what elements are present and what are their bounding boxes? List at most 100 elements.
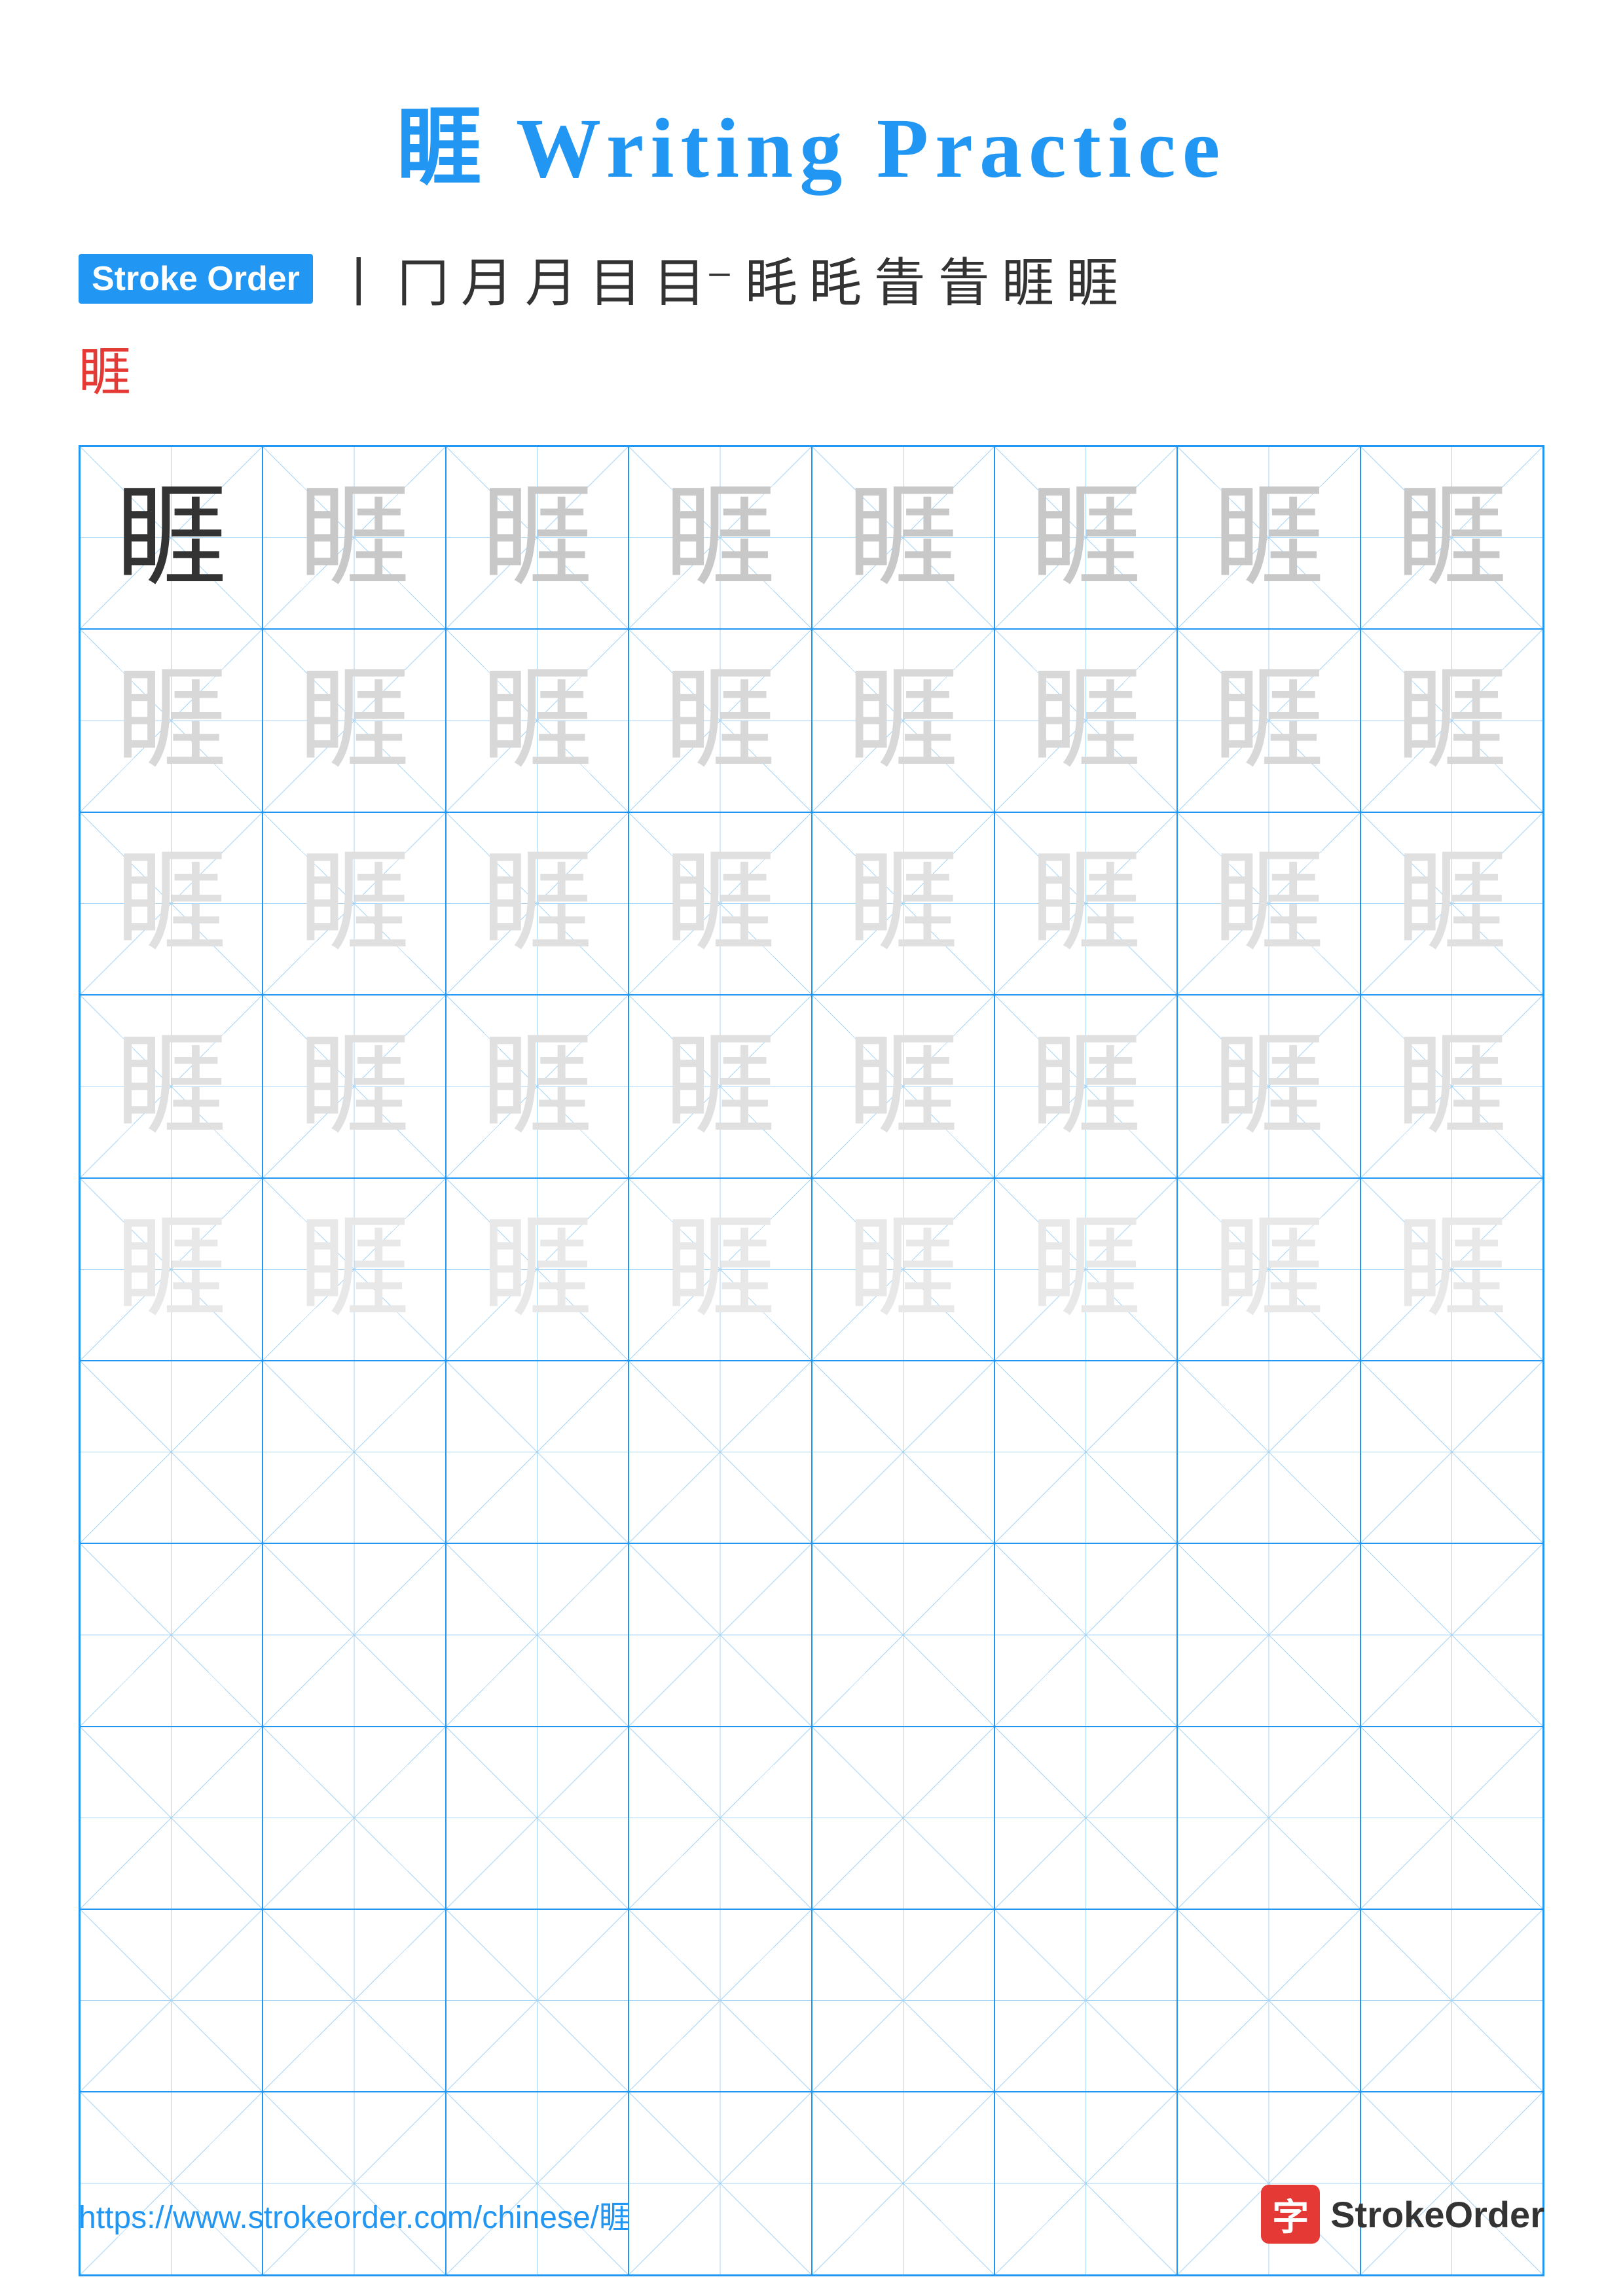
grid-cell-empty[interactable] [263, 1361, 445, 1543]
grid-cell-empty[interactable] [80, 2092, 263, 2274]
grid-cell-empty[interactable] [629, 1543, 811, 1726]
footer-url: https://www.strokeorder.com/chinese/睚 [79, 2191, 630, 2237]
grid-cell[interactable]: 睚 [994, 446, 1177, 629]
grid-cell-empty[interactable] [812, 1727, 994, 1909]
grid-cell[interactable]: 睚 [812, 629, 994, 812]
grid-cell[interactable]: 睚 [1177, 629, 1360, 812]
grid-cell-empty[interactable] [80, 1727, 263, 1909]
stroke-char-11: 睚 [1002, 241, 1054, 317]
grid-cell-empty[interactable] [446, 1361, 629, 1543]
grid-cell-empty[interactable] [446, 1909, 629, 2092]
practice-char: 睚 [1396, 1213, 1507, 1325]
grid-cell[interactable]: 睚 [80, 629, 263, 812]
grid-cell[interactable]: 睚 [812, 995, 994, 1177]
grid-cell[interactable]: 睚 [812, 446, 994, 629]
grid-cell-empty[interactable] [812, 1543, 994, 1726]
grid-cell-empty[interactable] [812, 1361, 994, 1543]
page-title: 睚 Writing Practice [397, 79, 1227, 202]
grid-cell[interactable]: 睚 [1177, 812, 1360, 995]
grid-cell[interactable]: 睚 [446, 446, 629, 629]
grid-cell-empty[interactable] [446, 1727, 629, 1909]
grid-cell[interactable]: 睚 [446, 995, 629, 1177]
grid-cell-empty[interactable] [1177, 1543, 1360, 1726]
grid-cell[interactable]: 睚 [994, 995, 1177, 1177]
grid-cell-empty[interactable] [1177, 1727, 1360, 1909]
grid-cell-empty[interactable] [263, 1727, 445, 1909]
grid-cell[interactable]: 睚 [629, 995, 811, 1177]
grid-cell-empty[interactable] [1177, 1909, 1360, 2092]
stroke-char-8: 眊 [809, 241, 862, 317]
stroke-order-section: Stroke Order 丨 冂 月 月 目 目⁻ 眊 眊 眚 眚 睚 睚 睚 [79, 241, 1544, 406]
grid-cell[interactable]: 睚 [629, 1178, 811, 1361]
grid-cell[interactable]: 睚 [1360, 629, 1543, 812]
grid-cell[interactable]: 睚 [1177, 446, 1360, 629]
grid-cell[interactable]: 睚 [994, 812, 1177, 995]
grid-cell[interactable]: 睚 [80, 1178, 263, 1361]
grid-cell-empty[interactable] [994, 1909, 1177, 2092]
grid-cell-empty[interactable] [812, 2092, 994, 2274]
grid-cell[interactable]: 睚 [1177, 1178, 1360, 1361]
grid-cell[interactable]: 睚 [812, 1178, 994, 1361]
grid-cell-empty[interactable] [629, 1361, 811, 1543]
grid-cell[interactable]: 睚 [629, 629, 811, 812]
grid-cell[interactable]: 睚 [80, 812, 263, 995]
strokeorder-logo-icon: 字 [1261, 2185, 1320, 2244]
grid-cell-empty[interactable] [263, 1543, 445, 1726]
grid-cell-empty[interactable] [80, 1361, 263, 1543]
practice-char: 睚 [1213, 665, 1324, 776]
grid-cell-empty[interactable] [1177, 1361, 1360, 1543]
practice-char: 睚 [116, 665, 227, 776]
practice-char: 睚 [1213, 848, 1324, 959]
grid-cell-empty[interactable] [994, 1727, 1177, 1909]
grid-cell[interactable]: 睚 [263, 629, 445, 812]
grid-cell-empty[interactable] [446, 1543, 629, 1726]
practice-char: 睚 [116, 1031, 227, 1142]
grid-cell[interactable]: 睚 [1177, 995, 1360, 1177]
grid-cell-empty[interactable] [446, 2092, 629, 2274]
practice-char: 睚 [299, 848, 410, 959]
grid-cell[interactable]: 睚 [629, 812, 811, 995]
grid-cell-empty[interactable] [629, 2092, 811, 2274]
grid-cell-empty[interactable] [1360, 2092, 1543, 2274]
grid-cell[interactable]: 睚 [263, 812, 445, 995]
grid-cell-empty[interactable] [263, 2092, 445, 2274]
practice-char: 睚 [665, 665, 776, 776]
grid-cell-empty[interactable] [1360, 1727, 1543, 1909]
grid-cell[interactable]: 睚 [1360, 812, 1543, 995]
grid-cell[interactable]: 睚 [263, 1178, 445, 1361]
grid-cell[interactable]: 睚 [446, 629, 629, 812]
grid-cell[interactable]: 睚 [994, 629, 1177, 812]
grid-cell-empty[interactable] [80, 1909, 263, 2092]
practice-char: 睚 [116, 848, 227, 959]
grid-cell[interactable]: 睚 [80, 995, 263, 1177]
practice-char: 睚 [665, 848, 776, 959]
grid-cell-empty[interactable] [812, 1909, 994, 2092]
grid-cell-empty[interactable] [263, 1909, 445, 2092]
practice-char: 睚 [1396, 482, 1507, 594]
stroke-order-label: Stroke Order [79, 254, 313, 304]
grid-cell-empty[interactable] [1177, 2092, 1360, 2274]
grid-cell[interactable]: 睚 [263, 446, 445, 629]
grid-cell[interactable]: 睚 [812, 812, 994, 995]
grid-cell-empty[interactable] [629, 1909, 811, 2092]
grid-cell[interactable]: 睚 [446, 812, 629, 995]
grid-cell-empty[interactable] [1360, 1909, 1543, 2092]
grid-cell[interactable]: 睚 [629, 446, 811, 629]
grid-cell[interactable]: 睚 [263, 995, 445, 1177]
grid-cell-empty[interactable] [1360, 1361, 1543, 1543]
grid-cell-empty[interactable] [994, 2092, 1177, 2274]
grid-cell[interactable]: 睚 [446, 1178, 629, 1361]
grid-cell[interactable]: 睚 [1360, 995, 1543, 1177]
grid-cell[interactable]: 睚 [1360, 446, 1543, 629]
practice-char: 睚 [1030, 1213, 1142, 1325]
grid-cell-empty[interactable] [1360, 1543, 1543, 1726]
grid-cell-empty[interactable] [629, 1727, 811, 1909]
grid-cell[interactable]: 睚 [1360, 1178, 1543, 1361]
grid-cell[interactable]: 睚 [80, 446, 263, 629]
stroke-char-3: 月 [461, 241, 513, 317]
grid-cell-empty[interactable] [80, 1543, 263, 1726]
grid-cell[interactable]: 睚 [994, 1178, 1177, 1361]
grid-cell-empty[interactable] [994, 1543, 1177, 1726]
grid-cell-empty[interactable] [994, 1361, 1177, 1543]
stroke-char-7: 眊 [745, 241, 797, 317]
